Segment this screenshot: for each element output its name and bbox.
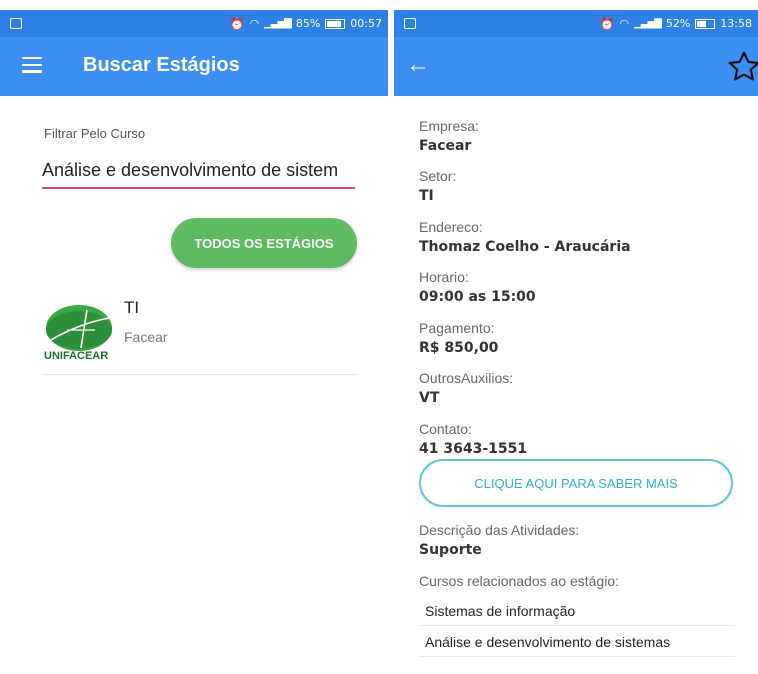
signal-icon: ▁▃▅▇ [634,18,662,29]
list-item[interactable]: Análise e desenvolvimento de sistemas [419,627,735,657]
logo-text: UNIFACEAR [44,350,109,362]
related-courses-label: Cursos relacionados ao estágio: [419,573,620,589]
description-value: Suporte [419,542,482,558]
gallery-notification-icon [10,18,22,29]
filter-label: Filtrar Pelo Curso [44,126,146,141]
status-bar: ⏰ ◠ ▁▃▅▇ 85% 00:57 [0,10,388,37]
sector-label: Setor: [419,168,457,184]
company-value: Facear [419,138,472,154]
result-title: TI [124,298,140,317]
learn-more-button[interactable]: CLIQUE AQUI PARA SABER MAIS [419,459,733,507]
other-benefits-label: OutrosAuxilios: [419,370,514,386]
page-title: Buscar Estágios [83,54,240,76]
clock: 00:57 [350,17,382,30]
contact-value: 41 3643-1551 [419,441,528,457]
other-benefits-value: VT [419,390,440,406]
input-underline [42,187,355,189]
address-label: Endereco: [419,219,483,235]
clock: 13:58 [720,17,752,30]
company-label: Empresa: [419,118,479,134]
wifi-icon: ◠ [619,17,630,30]
schedule-label: Horario: [419,269,469,285]
hamburger-menu-icon[interactable] [22,57,42,73]
search-screen: ⏰ ◠ ▁▃▅▇ 85% 00:57 Buscar Estágios Filtr… [0,0,388,674]
battery-icon [695,18,716,29]
battery-percent: 85% [295,17,321,30]
favorite-star-icon[interactable] [726,49,758,85]
schedule-value: 09:00 as 15:00 [419,289,536,305]
sector-value: TI [419,188,434,204]
list-item[interactable]: UNIFACEAR TI Facear [42,294,358,375]
app-bar: ← [394,37,758,96]
battery-icon [325,18,346,29]
description-label: Descrição das Atividades: [419,522,580,538]
app-bar: Buscar Estágios [0,37,388,96]
result-company: Facear [124,329,168,345]
contact-label: Contato: [419,421,472,437]
address-value: Thomaz Coelho - Araucária [419,239,631,255]
detail-screen: ⏰ ◠ ▁▃▅▇ 52% 13:58 ← Empresa: Facear Set… [394,0,758,674]
payment-value: R$ 850,00 [419,340,499,356]
payment-label: Pagamento: [419,320,495,336]
signal-icon: ▁▃▅▇ [264,18,292,29]
wifi-icon: ◠ [249,17,260,30]
gallery-notification-icon [404,18,416,29]
alarm-icon: ⏰ [229,16,245,31]
alarm-icon: ⏰ [599,16,615,31]
battery-percent: 52% [665,17,691,30]
course-filter-input[interactable]: Análise e desenvolvimento de sistem [42,160,355,186]
status-bar: ⏰ ◠ ▁▃▅▇ 52% 13:58 [394,10,758,37]
back-arrow-icon[interactable]: ← [406,51,430,79]
list-item[interactable]: Sistemas de informação [419,596,735,626]
all-internships-button[interactable]: TODOS OS ESTÁGIOS [171,218,357,268]
